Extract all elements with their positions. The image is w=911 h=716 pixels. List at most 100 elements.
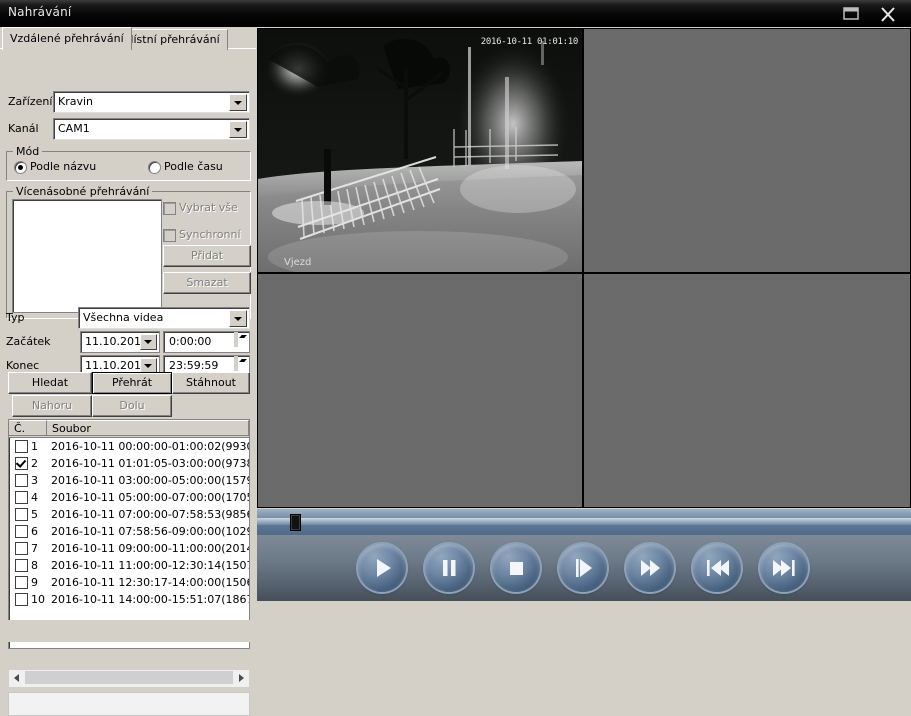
next-button[interactable] <box>760 544 808 592</box>
video-cell-2[interactable] <box>584 29 910 272</box>
search-button[interactable]: Hledat <box>8 372 92 394</box>
row-checkbox[interactable] <box>15 576 28 589</box>
table-row[interactable]: 7 2016-10-11 09:00:00-11:00:00(2014188 <box>9 540 249 557</box>
playback-timeline[interactable] <box>257 509 911 535</box>
file-list[interactable]: Č. Soubor 1 2016-10-11 00:00:00-01:00:02(… <box>8 419 250 649</box>
pause-button[interactable] <box>425 544 473 592</box>
table-row[interactable]: 8 2016-10-11 11:00:00-12:30:14(1507013 <box>9 557 249 574</box>
row-filename: 2016-10-11 09:00:00-11:00:00(2014188 <box>51 542 249 555</box>
title-bar: Nahrávání <box>0 0 911 27</box>
device-label: Zařízení <box>8 95 53 108</box>
stop-button[interactable] <box>492 544 540 592</box>
row-number: 9 <box>31 576 38 589</box>
scrollbar-thumb[interactable] <box>25 671 233 684</box>
row-number: 10 <box>31 593 45 606</box>
row-checkbox[interactable] <box>15 593 28 606</box>
restore-icon[interactable] <box>836 2 866 25</box>
row-filename: 2016-10-11 11:00:00-12:30:14(1507013 <box>51 559 249 572</box>
play-button[interactable] <box>358 544 406 592</box>
table-row[interactable]: 9 2016-10-11 12:30:17-14:00:00(1506971 <box>9 574 249 591</box>
channel-label: Kanál <box>8 122 39 135</box>
row-filename: 2016-10-11 07:58:56-09:00:00(1029264 <box>51 525 249 538</box>
step-forward-icon <box>576 559 592 577</box>
scroll-left-icon[interactable] <box>9 670 25 685</box>
row-filename: 2016-10-11 12:30:17-14:00:00(1506971 <box>51 576 249 589</box>
row-checkbox[interactable] <box>15 542 28 555</box>
timeline-thumb[interactable] <box>289 514 301 531</box>
row-checkbox[interactable] <box>15 508 28 521</box>
previous-button[interactable] <box>693 544 741 592</box>
table-row[interactable]: 3 2016-10-11 03:00:00-05:00:00(1579083 <box>9 472 249 489</box>
column-header-file[interactable]: Soubor <box>47 420 249 436</box>
row-checkbox[interactable] <box>15 457 28 470</box>
tab-remote-playback[interactable]: Vzdálené přehrávání <box>2 27 132 50</box>
table-row[interactable]: 6 2016-10-11 07:58:56-09:00:00(1029264 <box>9 523 249 540</box>
chevron-down-icon[interactable] <box>229 121 247 138</box>
video-cell-1[interactable]: 2016-10-11 01:01:10 Vjezd <box>258 29 582 272</box>
row-number: 3 <box>31 474 38 487</box>
play-icon <box>377 559 391 577</box>
add-button[interactable]: Přidat <box>163 245 251 267</box>
radio-by-name-bullet <box>14 161 27 174</box>
row-number: 5 <box>31 508 38 521</box>
fast-forward-button[interactable] <box>626 544 674 592</box>
row-number: 6 <box>31 525 38 538</box>
start-date-value: 11.10.2016 <box>85 335 148 348</box>
chevron-down-icon[interactable] <box>229 94 247 111</box>
row-filename: 2016-10-11 00:00:00-01:00:02(993018K <box>51 440 249 453</box>
column-header-number[interactable]: Č. <box>9 420 47 436</box>
delete-button[interactable]: Smazat <box>163 272 251 294</box>
stop-icon <box>510 562 523 575</box>
tab-strip: Vzdálené přehrávání Místní přehrávání <box>0 27 256 50</box>
video-frame-image <box>258 29 582 272</box>
end-date-value: 11.10.2016 <box>85 359 148 372</box>
end-time-spin-buttons[interactable] <box>234 356 248 373</box>
row-checkbox[interactable] <box>15 491 28 504</box>
table-row[interactable]: 10 2016-10-11 14:00:00-15:51:07(1867008 <box>9 591 249 608</box>
chevron-down-icon[interactable] <box>229 310 247 327</box>
table-row[interactable]: 1 2016-10-11 00:00:00-01:00:02(993018K <box>9 438 249 455</box>
status-bar <box>8 692 250 716</box>
start-time-spin-buttons[interactable] <box>234 332 248 349</box>
start-time-spinner[interactable]: 0:00:00 <box>163 331 250 353</box>
close-icon[interactable] <box>873 2 903 25</box>
tab-local-playback[interactable]: Místní přehrávání <box>116 29 228 50</box>
calendar-chevron-down-icon[interactable] <box>140 334 157 350</box>
table-row[interactable]: 5 2016-10-11 07:00:00-07:58:53(985664K <box>9 506 249 523</box>
row-filename: 2016-10-11 05:00:00-07:00:00(1705157 <box>51 491 249 504</box>
video-cell-4[interactable] <box>584 274 910 507</box>
file-list-horizontal-scrollbar[interactable] <box>8 669 250 688</box>
multi-playback-list[interactable] <box>12 199 162 313</box>
row-filename: 2016-10-11 07:00:00-07:58:53(985664K <box>51 508 249 521</box>
left-panel: Vzdálené přehrávání Místní přehrávání Za… <box>0 27 256 716</box>
file-list-header: Č. Soubor <box>9 420 249 438</box>
row-checkbox[interactable] <box>15 525 28 538</box>
down-button[interactable]: Dolu <box>92 395 172 417</box>
row-checkbox[interactable] <box>15 440 28 453</box>
tab-remote-playback-label: Vzdálené přehrávání <box>10 32 124 45</box>
scroll-right-icon[interactable] <box>233 670 249 685</box>
up-button[interactable]: Nahoru <box>12 395 92 417</box>
recording-playback-window: Nahrávání Vzdálené přehrávání Místní pře… <box>0 0 911 716</box>
mode-group-title: Mód <box>13 145 43 158</box>
type-combo[interactable]: Všechna videa <box>78 307 250 329</box>
timeline-track[interactable] <box>257 518 911 525</box>
table-row[interactable]: 4 2016-10-11 05:00:00-07:00:00(1705157 <box>9 489 249 506</box>
table-row[interactable]: 2 2016-10-11 01:01:05-03:00:00(973822K <box>9 455 249 472</box>
device-combo[interactable]: Kravin <box>53 91 250 113</box>
playback-controls <box>257 535 911 601</box>
download-button[interactable]: Stáhnout <box>172 372 250 394</box>
tab-local-playback-label: Místní přehrávání <box>124 33 220 46</box>
spin-down-icon[interactable] <box>236 356 238 371</box>
start-date-field[interactable]: 11.10.2016 <box>80 331 160 353</box>
row-checkbox[interactable] <box>15 559 28 572</box>
play-button-left[interactable]: Přehrát <box>92 372 172 394</box>
row-checkbox[interactable] <box>15 474 28 487</box>
device-combo-value: Kravin <box>58 95 94 108</box>
row-number: 1 <box>31 440 38 453</box>
file-list-rows: 1 2016-10-11 00:00:00-01:00:02(993018K 2 20… <box>9 438 249 646</box>
video-cell-3[interactable] <box>258 274 582 507</box>
spin-down-icon[interactable] <box>236 332 238 347</box>
channel-combo[interactable]: CAM1 <box>53 118 250 140</box>
frame-step-button[interactable] <box>559 544 607 592</box>
